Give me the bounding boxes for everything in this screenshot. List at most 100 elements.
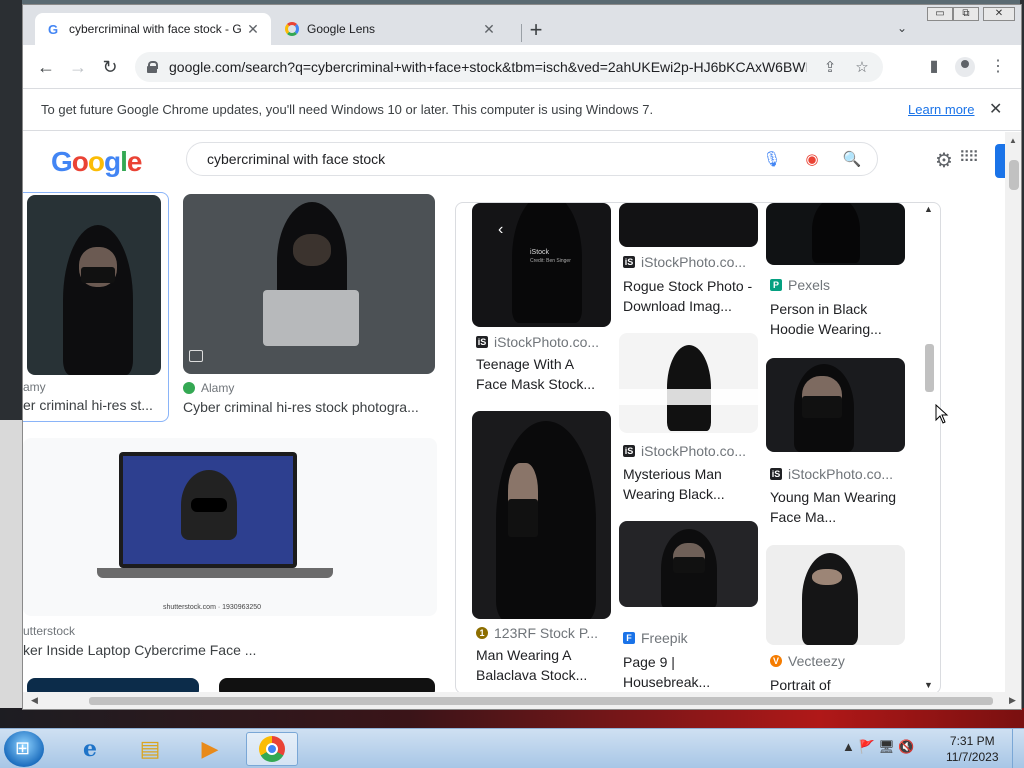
result-thumbnail[interactable]: [27, 195, 161, 375]
related-caption[interactable]: Portrait of: [770, 675, 900, 692]
related-source: V Vecteezy: [770, 653, 900, 669]
related-image[interactable]: ‹ iStock Credit: Ben Singer: [472, 203, 611, 327]
lens-camera-icon[interactable]: ◉: [801, 150, 823, 168]
related-source: iS iStockPhoto.co...: [476, 334, 606, 350]
horizontal-scrollbar-thumb[interactable]: [89, 697, 993, 705]
media-player-icon[interactable]: ▶: [184, 732, 236, 766]
file-explorer-icon[interactable]: ▤: [124, 732, 176, 766]
side-panel-icon[interactable]: ▮: [923, 56, 945, 76]
search-input[interactable]: cybercriminal with face stock 🎙 ◉ 🔍: [186, 142, 878, 176]
scroll-down-arrow[interactable]: ▼: [924, 680, 933, 690]
123rf-favicon-icon: 1: [476, 627, 488, 639]
tab-search-button[interactable]: ⌄: [897, 21, 907, 35]
source-name: iStockPhoto.co...: [494, 334, 600, 350]
learn-more-link[interactable]: Learn more: [908, 102, 974, 117]
horizontal-scrollbar[interactable]: ◀ ▶: [23, 692, 1021, 709]
related-caption[interactable]: Page 9 | Housebreak...: [623, 652, 753, 692]
window-close-button[interactable]: ✕: [983, 7, 1015, 21]
start-button[interactable]: [4, 731, 44, 767]
scroll-right-arrow[interactable]: ▶: [1009, 695, 1016, 706]
related-source: iS iStockPhoto.co...: [623, 254, 753, 270]
show-desktop-button[interactable]: [1012, 729, 1024, 768]
istock-favicon-icon: iS: [770, 468, 782, 480]
related-image[interactable]: [619, 521, 758, 607]
tab-close-icon[interactable]: ✕: [245, 21, 261, 38]
istock-credit: Credit: Ben Singer: [530, 258, 571, 264]
new-tab-button[interactable]: +: [525, 19, 547, 41]
url-text[interactable]: google.com/search?q=cybercriminal+with+f…: [169, 59, 807, 75]
reload-button[interactable]: ↻: [99, 56, 121, 78]
chrome-taskbar-icon[interactable]: [246, 732, 298, 766]
infobar-close-icon[interactable]: ✕: [989, 99, 1002, 119]
related-caption[interactable]: Mysterious Man Wearing Black...: [623, 464, 753, 504]
result-caption[interactable]: ker Inside Laptop Cybercrime Face ...: [23, 642, 423, 658]
bookmark-star-icon[interactable]: ☆: [853, 58, 871, 76]
related-caption[interactable]: Man Wearing A Balaclava Stock...: [476, 645, 606, 685]
panel-scrollbar[interactable]: ▲ ▼: [921, 204, 937, 692]
apps-grid-icon[interactable]: ⠿⠿: [959, 148, 979, 166]
desktop-wallpaper-strip: [0, 708, 1024, 728]
system-tray-icons[interactable]: ▲ 🚩 🖥 🔇: [842, 739, 915, 755]
tab-separator: [521, 24, 522, 42]
related-source: F Freepik: [623, 630, 753, 646]
settings-gear-icon[interactable]: ⚙: [935, 148, 953, 173]
image-icon: [189, 350, 203, 362]
source-name: iStockPhoto.co...: [641, 443, 747, 459]
source-name: iStockPhoto.co...: [641, 254, 747, 270]
result-thumbnail[interactable]: [219, 678, 435, 692]
result-thumbnail[interactable]: shutterstock.com · 1930963250: [23, 438, 437, 616]
sign-in-button[interactable]: [995, 144, 1005, 178]
related-caption[interactable]: Rogue Stock Photo - Download Imag...: [623, 276, 753, 316]
browser-toolbar: ← → ↻ google.com/search?q=cybercriminal+…: [23, 45, 1021, 89]
image-result-card[interactable]: shutterstock.com · 1930963250 utterstock…: [23, 438, 437, 660]
image-result-card[interactable]: amy er criminal hi-res st...: [23, 192, 169, 422]
page-scrollbar[interactable]: ▲: [1005, 132, 1021, 692]
maximize-button[interactable]: ⧉: [953, 7, 979, 21]
source-name: utterstock: [23, 624, 76, 638]
related-caption[interactable]: Teenage With A Face Mask Stock...: [476, 354, 606, 394]
menu-icon[interactable]: ⋮: [987, 56, 1009, 76]
clock[interactable]: 7:31 PM 11/7/2023: [946, 733, 999, 765]
tab-google-lens[interactable]: Google Lens ✕: [275, 13, 507, 45]
minimize-button[interactable]: ▭: [927, 7, 953, 21]
lock-icon[interactable]: [147, 61, 158, 73]
result-thumbnail[interactable]: [27, 678, 199, 692]
result-thumbnail[interactable]: [183, 194, 435, 374]
tab-title: cybercriminal with face stock - G: [69, 22, 242, 36]
logo-letter: l: [120, 146, 128, 177]
istock-favicon-icon: iS: [623, 256, 635, 268]
related-caption[interactable]: Young Man Wearing Face Ma...: [770, 487, 900, 527]
back-chevron-icon[interactable]: ‹: [498, 221, 503, 239]
related-caption[interactable]: Person in Black Hoodie Wearing...: [770, 299, 900, 339]
scroll-up-arrow[interactable]: ▲: [924, 204, 933, 214]
tab-strip: G cybercriminal with face stock - G ✕ Go…: [23, 5, 1021, 45]
back-button[interactable]: ←: [35, 56, 57, 78]
clock-date: 11/7/2023: [946, 750, 999, 764]
scroll-left-arrow[interactable]: ◀: [31, 695, 38, 706]
istock-watermark: iStock: [530, 249, 550, 256]
search-query[interactable]: cybercriminal with face stock: [207, 151, 743, 167]
forward-button[interactable]: →: [67, 56, 89, 78]
image-result-card[interactable]: Alamy Cyber criminal hi-res stock photog…: [181, 194, 437, 424]
google-logo[interactable]: Google: [51, 146, 143, 178]
address-bar[interactable]: google.com/search?q=cybercriminal+with+f…: [135, 52, 883, 82]
related-image[interactable]: [619, 203, 758, 247]
tab-close-icon[interactable]: ✕: [481, 21, 497, 38]
profile-avatar[interactable]: [955, 57, 975, 77]
result-caption[interactable]: er criminal hi-res st...: [23, 397, 163, 413]
panel-scrollbar-thumb[interactable]: [925, 344, 934, 392]
related-image[interactable]: [766, 358, 905, 452]
result-caption[interactable]: Cyber criminal hi-res stock photogra...: [183, 399, 433, 415]
tab-search-results[interactable]: G cybercriminal with face stock - G ✕: [35, 13, 271, 45]
logo-letter: e: [126, 146, 143, 177]
related-image[interactable]: [472, 411, 611, 619]
related-image[interactable]: [766, 545, 905, 645]
result-source: Alamy: [183, 381, 433, 395]
related-image[interactable]: [766, 203, 905, 265]
internet-explorer-icon[interactable]: e: [64, 732, 116, 766]
search-icon[interactable]: 🔍: [841, 150, 863, 168]
related-image[interactable]: [619, 333, 758, 433]
source-name: Alamy: [201, 381, 235, 395]
share-icon[interactable]: ⇪: [821, 58, 839, 76]
microphone-icon[interactable]: 🎙: [761, 150, 783, 168]
